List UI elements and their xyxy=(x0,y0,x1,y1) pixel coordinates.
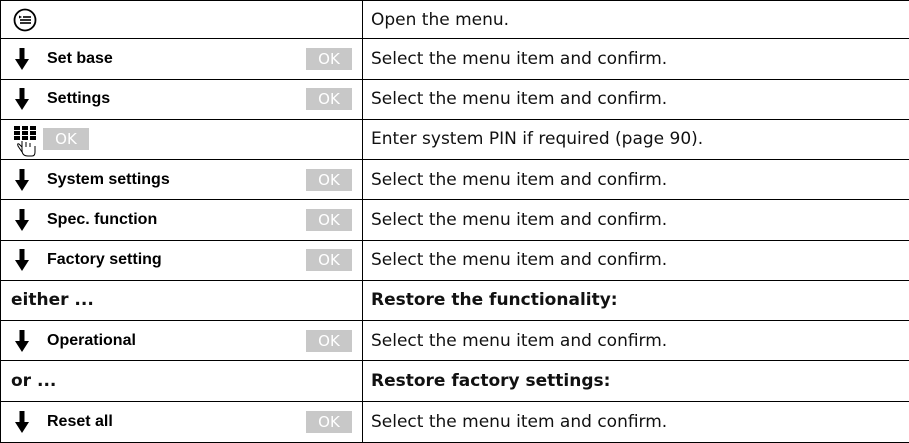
step-description: Select the menu item and confirm. xyxy=(362,400,909,443)
step-action-cell: Spec. function OK xyxy=(0,199,363,241)
menu-item-label: System settings xyxy=(47,170,170,188)
menu-key-icon xyxy=(13,8,37,32)
step-row: System settings OK Select the menu item an… xyxy=(0,159,909,201)
keypad-icon xyxy=(14,126,36,157)
step-action-cell: OK xyxy=(0,118,363,161)
step-action: Set base OK xyxy=(9,40,362,78)
step-description: Select the menu item and confirm. xyxy=(362,239,909,281)
down-arrow-icon xyxy=(15,208,29,231)
step-action: System settings OK xyxy=(9,161,362,199)
step-action-cell: Operational OK xyxy=(0,320,363,362)
step-action-cell: Factory setting OK xyxy=(0,239,363,281)
step-row: Factory setting OK Select the menu item an… xyxy=(0,239,909,281)
step-action: Operational OK xyxy=(9,322,362,360)
step-action-cell: System settings OK xyxy=(0,159,363,201)
down-arrow-icon xyxy=(15,47,29,70)
down-arrow-icon xyxy=(15,249,29,272)
menu-item-label: Set base xyxy=(47,49,113,67)
ok-key: OK xyxy=(306,410,352,433)
menu-item-label: Spec. function xyxy=(47,210,158,228)
step-action-cell: Settings OK xyxy=(0,78,363,120)
ok-key: OK xyxy=(306,47,352,70)
step-action: OK xyxy=(9,120,362,158)
step-row: Operational OK Select the menu item and co… xyxy=(0,320,909,362)
step-row: Reset all OK Select the menu item and conf… xyxy=(0,400,909,443)
step-description: Select the menu item and confirm. xyxy=(362,199,909,241)
step-action xyxy=(9,2,362,38)
step-action-cell: Reset all OK xyxy=(0,400,363,443)
step-description: Open the menu. xyxy=(362,0,909,40)
down-arrow-icon xyxy=(15,88,29,111)
down-arrow-icon xyxy=(15,329,29,352)
ok-key: OK xyxy=(306,208,352,231)
ok-key: OK xyxy=(306,88,352,111)
step-row: OK Enter system PIN if required (page 90)… xyxy=(0,118,909,161)
step-description: Select the menu item and confirm. xyxy=(362,159,909,201)
ok-key: OK xyxy=(306,168,352,191)
down-arrow-icon xyxy=(15,410,29,433)
step-description: Enter system PIN if required (page 90). xyxy=(362,118,909,161)
menu-item-label: Operational xyxy=(47,331,136,349)
step-description: Restore the functionality: xyxy=(362,279,909,322)
step-row: Set base OK Select the menu item and confi… xyxy=(0,38,909,80)
ok-key: OK xyxy=(306,329,352,352)
down-arrow-icon xyxy=(15,168,29,191)
step-row: either ... Restore the functionality: xyxy=(0,279,909,322)
ok-key: OK xyxy=(306,249,352,272)
step-description: Select the menu item and confirm. xyxy=(362,320,909,362)
step-description: Restore factory settings: xyxy=(362,360,909,402)
step-action: Factory setting OK xyxy=(9,241,362,279)
step-action: Spec. function OK xyxy=(9,201,362,239)
step-row: Settings OK Select the menu item and confi… xyxy=(0,78,909,120)
step-row: Open the menu. xyxy=(0,0,909,40)
step-action-cell xyxy=(0,0,363,40)
menu-item-label: Settings xyxy=(47,90,111,108)
ok-key: OK xyxy=(43,128,89,151)
step-action-cell: Set base OK xyxy=(0,38,363,80)
instruction-rows: Open the menu. Set base OK Select the menu … xyxy=(0,0,909,443)
step-action: Settings OK xyxy=(9,80,362,118)
menu-item-label: Reset all xyxy=(47,412,113,430)
instruction-table: Open the menu. Set base OK Select the menu … xyxy=(0,0,909,443)
step-action: Reset all OK xyxy=(9,402,362,441)
option-label: or ... xyxy=(0,360,363,402)
step-row: or ... Restore factory settings: xyxy=(0,360,909,402)
step-row: Spec. function OK Select the menu item and… xyxy=(0,199,909,241)
step-description: Select the menu item and confirm. xyxy=(362,78,909,120)
step-description: Select the menu item and confirm. xyxy=(362,38,909,80)
menu-item-label: Factory setting xyxy=(47,251,162,269)
option-label: either ... xyxy=(0,279,363,322)
